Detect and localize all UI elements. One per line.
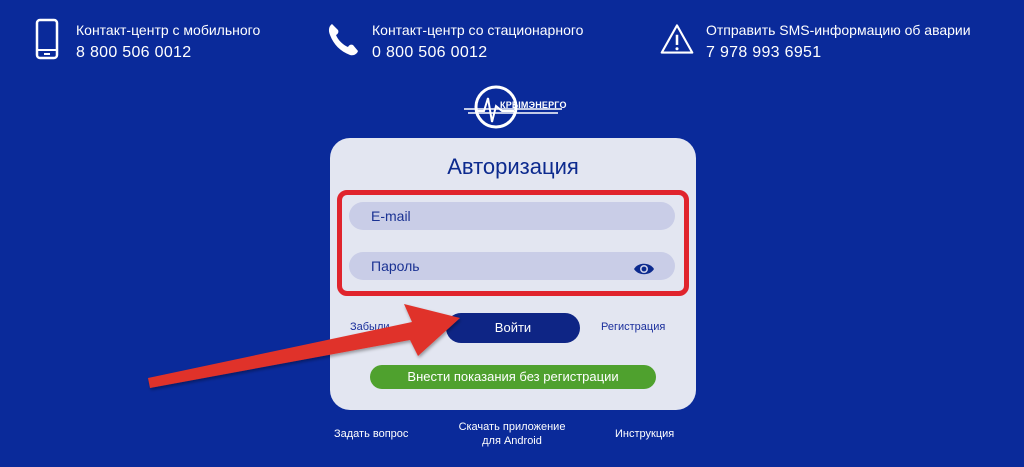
mobile-phone-icon bbox=[30, 16, 64, 62]
contact-label: Отправить SMS-информацию об аварии bbox=[706, 22, 971, 38]
contact-number[interactable]: 8 800 506 0012 bbox=[76, 42, 260, 64]
forgot-password-link[interactable]: Забыли bbox=[350, 321, 390, 333]
app-link-line2: для Android bbox=[482, 435, 542, 447]
warning-triangle-icon bbox=[660, 16, 694, 62]
ask-question-link[interactable]: Задать вопрос bbox=[334, 427, 408, 441]
login-button[interactable]: Войти bbox=[446, 313, 580, 343]
contact-number[interactable]: 7 978 993 6951 bbox=[706, 42, 971, 64]
logo: КРЫМЭНЕРГО bbox=[462, 82, 567, 132]
logo-text: КРЫМЭНЕРГО bbox=[500, 100, 567, 110]
page-title: Авторизация bbox=[447, 154, 579, 179]
contact-label: Контакт-центр со стационарного bbox=[372, 22, 584, 38]
submit-readings-without-registration-button[interactable]: Внести показания без регистрации bbox=[370, 365, 656, 389]
register-link[interactable]: Регистрация bbox=[601, 321, 665, 333]
app-link-line1: Скачать приложение bbox=[458, 421, 566, 433]
contact-number[interactable]: 0 800 506 0012 bbox=[372, 42, 583, 64]
contact-landline: Контакт-центр со стационарного 0 800 506… bbox=[326, 16, 583, 64]
contact-mobile: Контакт-центр с мобильного 8 800 506 001… bbox=[30, 16, 260, 64]
instruction-link[interactable]: Инструкция bbox=[615, 427, 674, 441]
download-android-app-link[interactable]: Скачать приложение для Android bbox=[446, 420, 578, 448]
handset-icon bbox=[326, 16, 360, 62]
contact-label: Контакт-центр с мобильного bbox=[76, 22, 261, 38]
highlight-frame bbox=[337, 190, 689, 296]
contact-sms: Отправить SMS-информацию об аварии 7 978… bbox=[660, 16, 971, 64]
